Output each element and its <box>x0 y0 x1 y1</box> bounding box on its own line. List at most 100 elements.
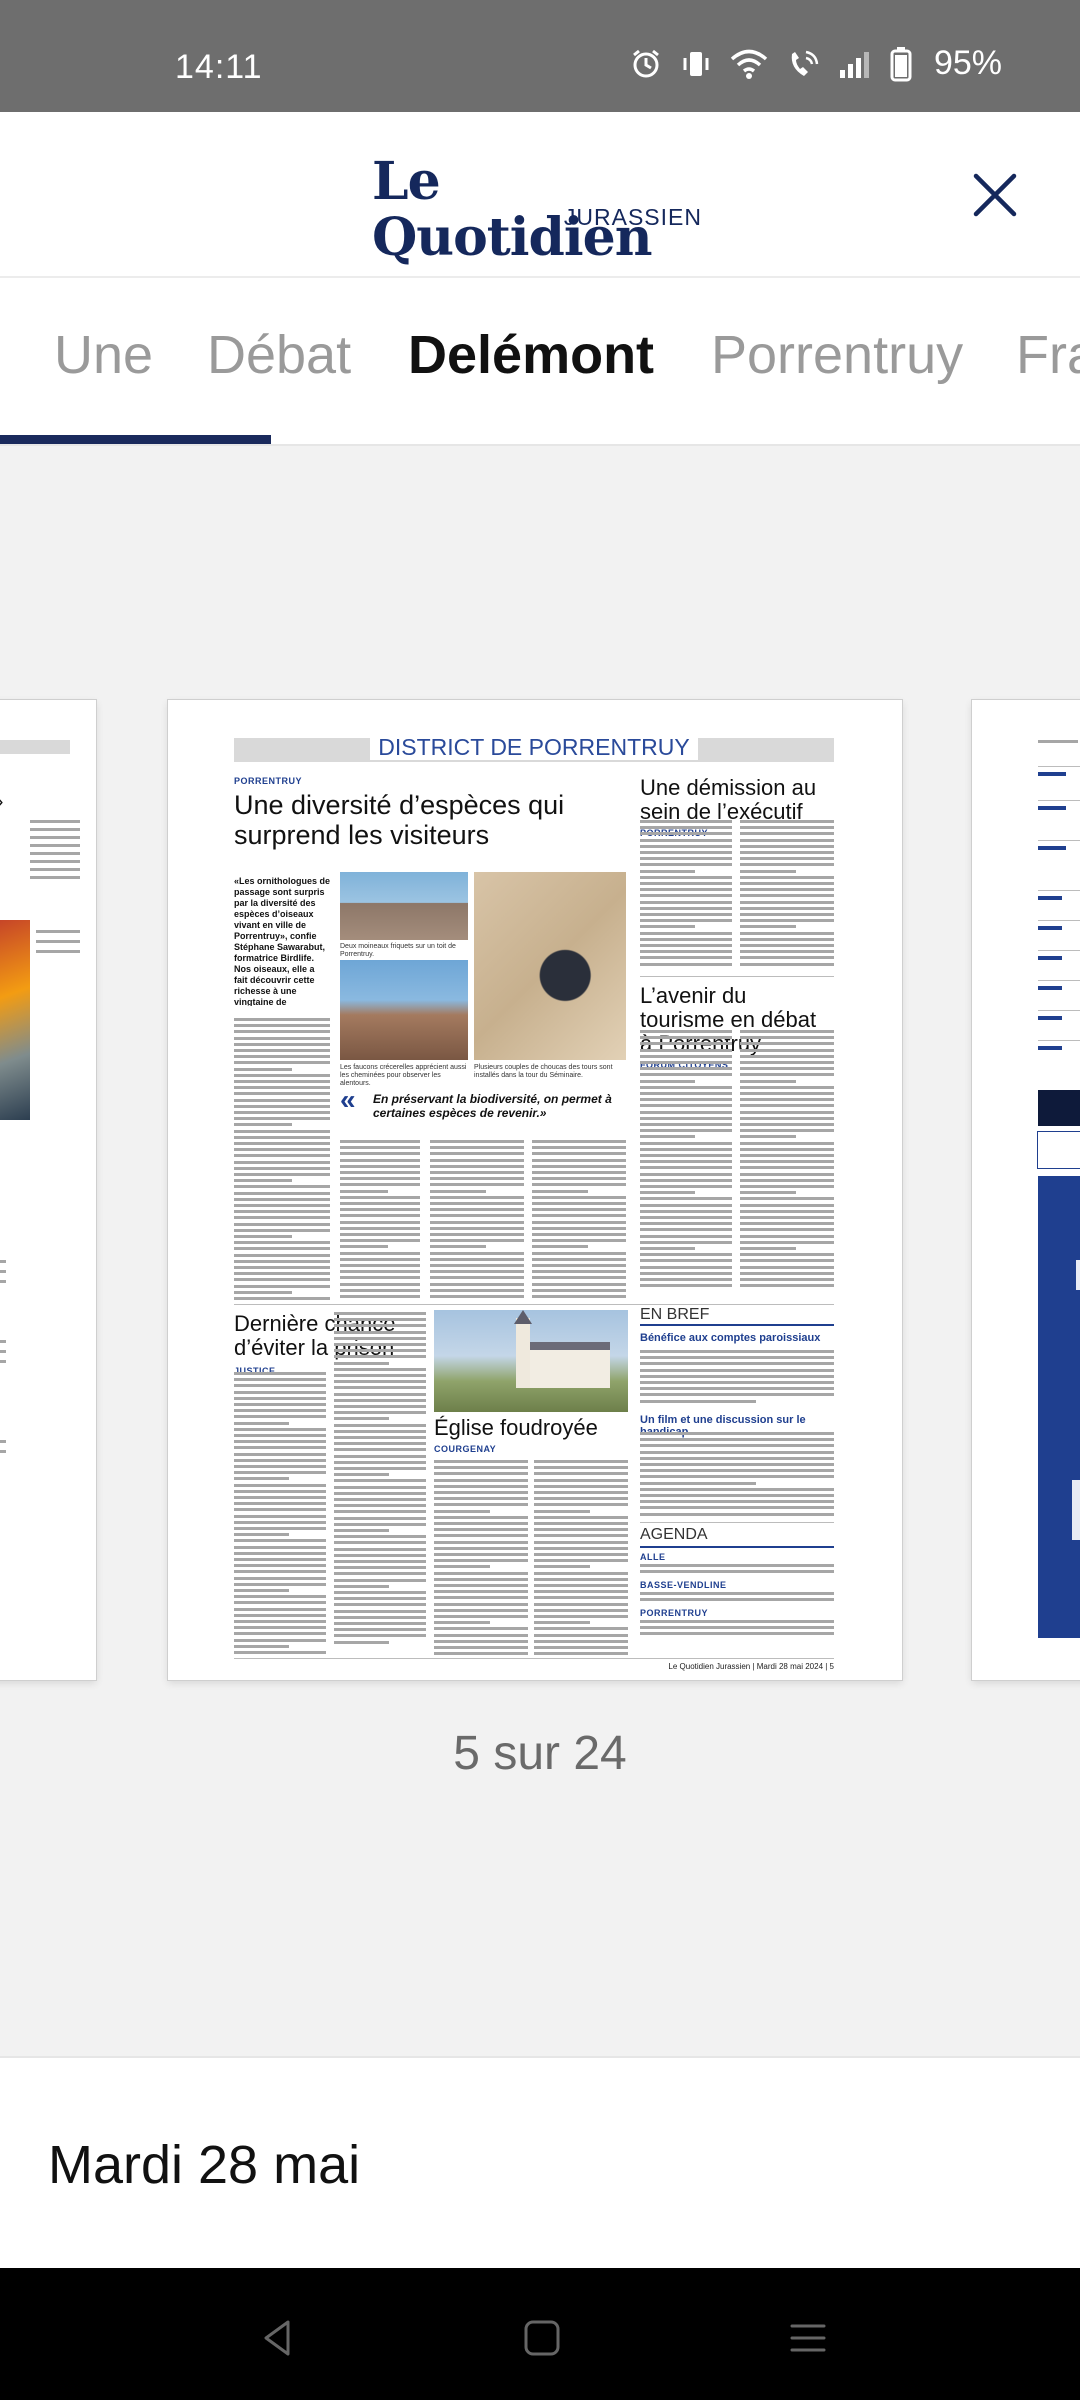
active-tab-indicator <box>0 435 271 444</box>
text-line <box>334 1374 426 1377</box>
text-line <box>640 1222 732 1226</box>
text-line <box>534 1491 628 1494</box>
brief-box[interactable]: EN BREF <box>640 1306 834 1324</box>
text-line <box>340 1270 420 1274</box>
tab-franches-montagnes[interactable]: Fra <box>1016 324 1080 386</box>
nav-recents-button[interactable] <box>778 2308 838 2368</box>
text-line <box>334 1535 426 1539</box>
text-line <box>532 1264 626 1267</box>
text-line <box>334 1603 426 1607</box>
text-line <box>532 1146 626 1150</box>
text-line <box>534 1646 628 1649</box>
text-line <box>234 1092 330 1096</box>
text-line <box>334 1330 426 1334</box>
text-line <box>532 1152 626 1156</box>
text-line <box>234 1129 330 1133</box>
text-line <box>434 1503 528 1507</box>
text-line <box>234 1403 326 1406</box>
alarm-icon <box>630 48 662 80</box>
text-line <box>340 1202 420 1205</box>
agenda-item: PORRENTRUY <box>640 1608 709 1618</box>
main-article[interactable]: PORRENTRUY Une diversité d’espèces qui s… <box>234 776 626 850</box>
text-line <box>532 1226 626 1230</box>
text-line <box>534 1615 628 1618</box>
text-line <box>434 1584 528 1587</box>
text-line <box>334 1454 426 1458</box>
text-line <box>234 1607 326 1611</box>
text-line <box>340 1282 420 1286</box>
text-line <box>234 1651 326 1654</box>
tab-delemont[interactable]: Delémont <box>408 324 654 386</box>
text-line <box>534 1553 628 1556</box>
text-line <box>334 1615 426 1619</box>
text-line <box>740 875 834 879</box>
text-line <box>234 1539 326 1543</box>
text-line <box>434 1646 528 1649</box>
text-line <box>434 1553 528 1556</box>
quote-mark: « <box>340 1084 356 1115</box>
article-headline: Une diversité d’espèces qui surprend les… <box>234 790 565 850</box>
edition-date-bar[interactable]: Mardi 28 mai <box>0 2056 1080 2268</box>
home-icon <box>524 2320 560 2356</box>
section-tabs: Une Débat Delémont Porrentruy Fra <box>0 278 1080 446</box>
text-line <box>740 1265 834 1269</box>
text-line <box>334 1491 426 1495</box>
text-line <box>640 863 732 867</box>
text-line <box>640 1374 834 1378</box>
close-button[interactable] <box>970 170 1020 220</box>
text-line <box>640 1098 732 1102</box>
text-line <box>434 1522 528 1525</box>
text-line <box>640 1067 732 1071</box>
text-line <box>434 1577 528 1581</box>
nav-home-button[interactable] <box>512 2308 572 2368</box>
text-line <box>234 1545 326 1549</box>
text-line <box>532 1202 626 1205</box>
text-line <box>234 1049 330 1052</box>
newspaper-page[interactable]: DISTRICT DE PORRENTRUY PORRENTRUY Une di… <box>168 700 902 1680</box>
text-line <box>234 1626 326 1630</box>
photo-falcon <box>340 960 468 1060</box>
photo-jackdaws <box>474 872 626 1060</box>
logo-subtitle: JURASSIEN <box>563 204 702 230</box>
text-line <box>234 1142 330 1145</box>
page-thumbnail-previous[interactable]: uend» <box>0 700 96 1680</box>
article-eglise[interactable]: Église foudroyée COURGENAY <box>434 1416 628 1455</box>
text-line <box>434 1565 490 1569</box>
page-viewer[interactable]: uend» <box>0 446 1080 2056</box>
page-thumbnail-next[interactable] <box>972 700 1080 1680</box>
text-line <box>334 1398 426 1402</box>
text-line <box>434 1509 490 1513</box>
text-line <box>234 1173 330 1176</box>
text-line <box>532 1189 588 1193</box>
text-line <box>340 1152 420 1156</box>
edition-date: Mardi 28 mai <box>48 2135 361 2195</box>
text-line <box>234 1514 326 1518</box>
text-line <box>740 906 834 910</box>
text-line <box>640 1048 732 1052</box>
text-line <box>640 869 695 873</box>
text-line <box>334 1336 426 1340</box>
text-line <box>740 1073 834 1077</box>
nav-back-button[interactable] <box>248 2308 308 2368</box>
text-line <box>640 1185 732 1188</box>
page-indicator: 5 sur 24 <box>453 1727 627 1780</box>
text-line <box>234 1434 326 1437</box>
text-line <box>532 1295 626 1298</box>
tab-une[interactable]: Une <box>54 324 153 386</box>
text-line <box>334 1498 426 1501</box>
text-line <box>434 1633 528 1637</box>
text-line <box>640 1432 834 1435</box>
text-line <box>234 1489 326 1493</box>
signal-icon <box>838 48 872 80</box>
text-line <box>534 1540 628 1544</box>
text-line <box>234 1613 326 1617</box>
text-line <box>340 1295 420 1298</box>
text-line <box>434 1540 528 1544</box>
tab-debat[interactable]: Débat <box>207 324 351 386</box>
text-line <box>640 1110 732 1114</box>
text-line <box>534 1627 628 1631</box>
tab-porrentruy[interactable]: Porrentruy <box>711 324 963 386</box>
text-line <box>640 1030 732 1033</box>
text-line <box>434 1608 528 1612</box>
text-line <box>532 1239 626 1243</box>
